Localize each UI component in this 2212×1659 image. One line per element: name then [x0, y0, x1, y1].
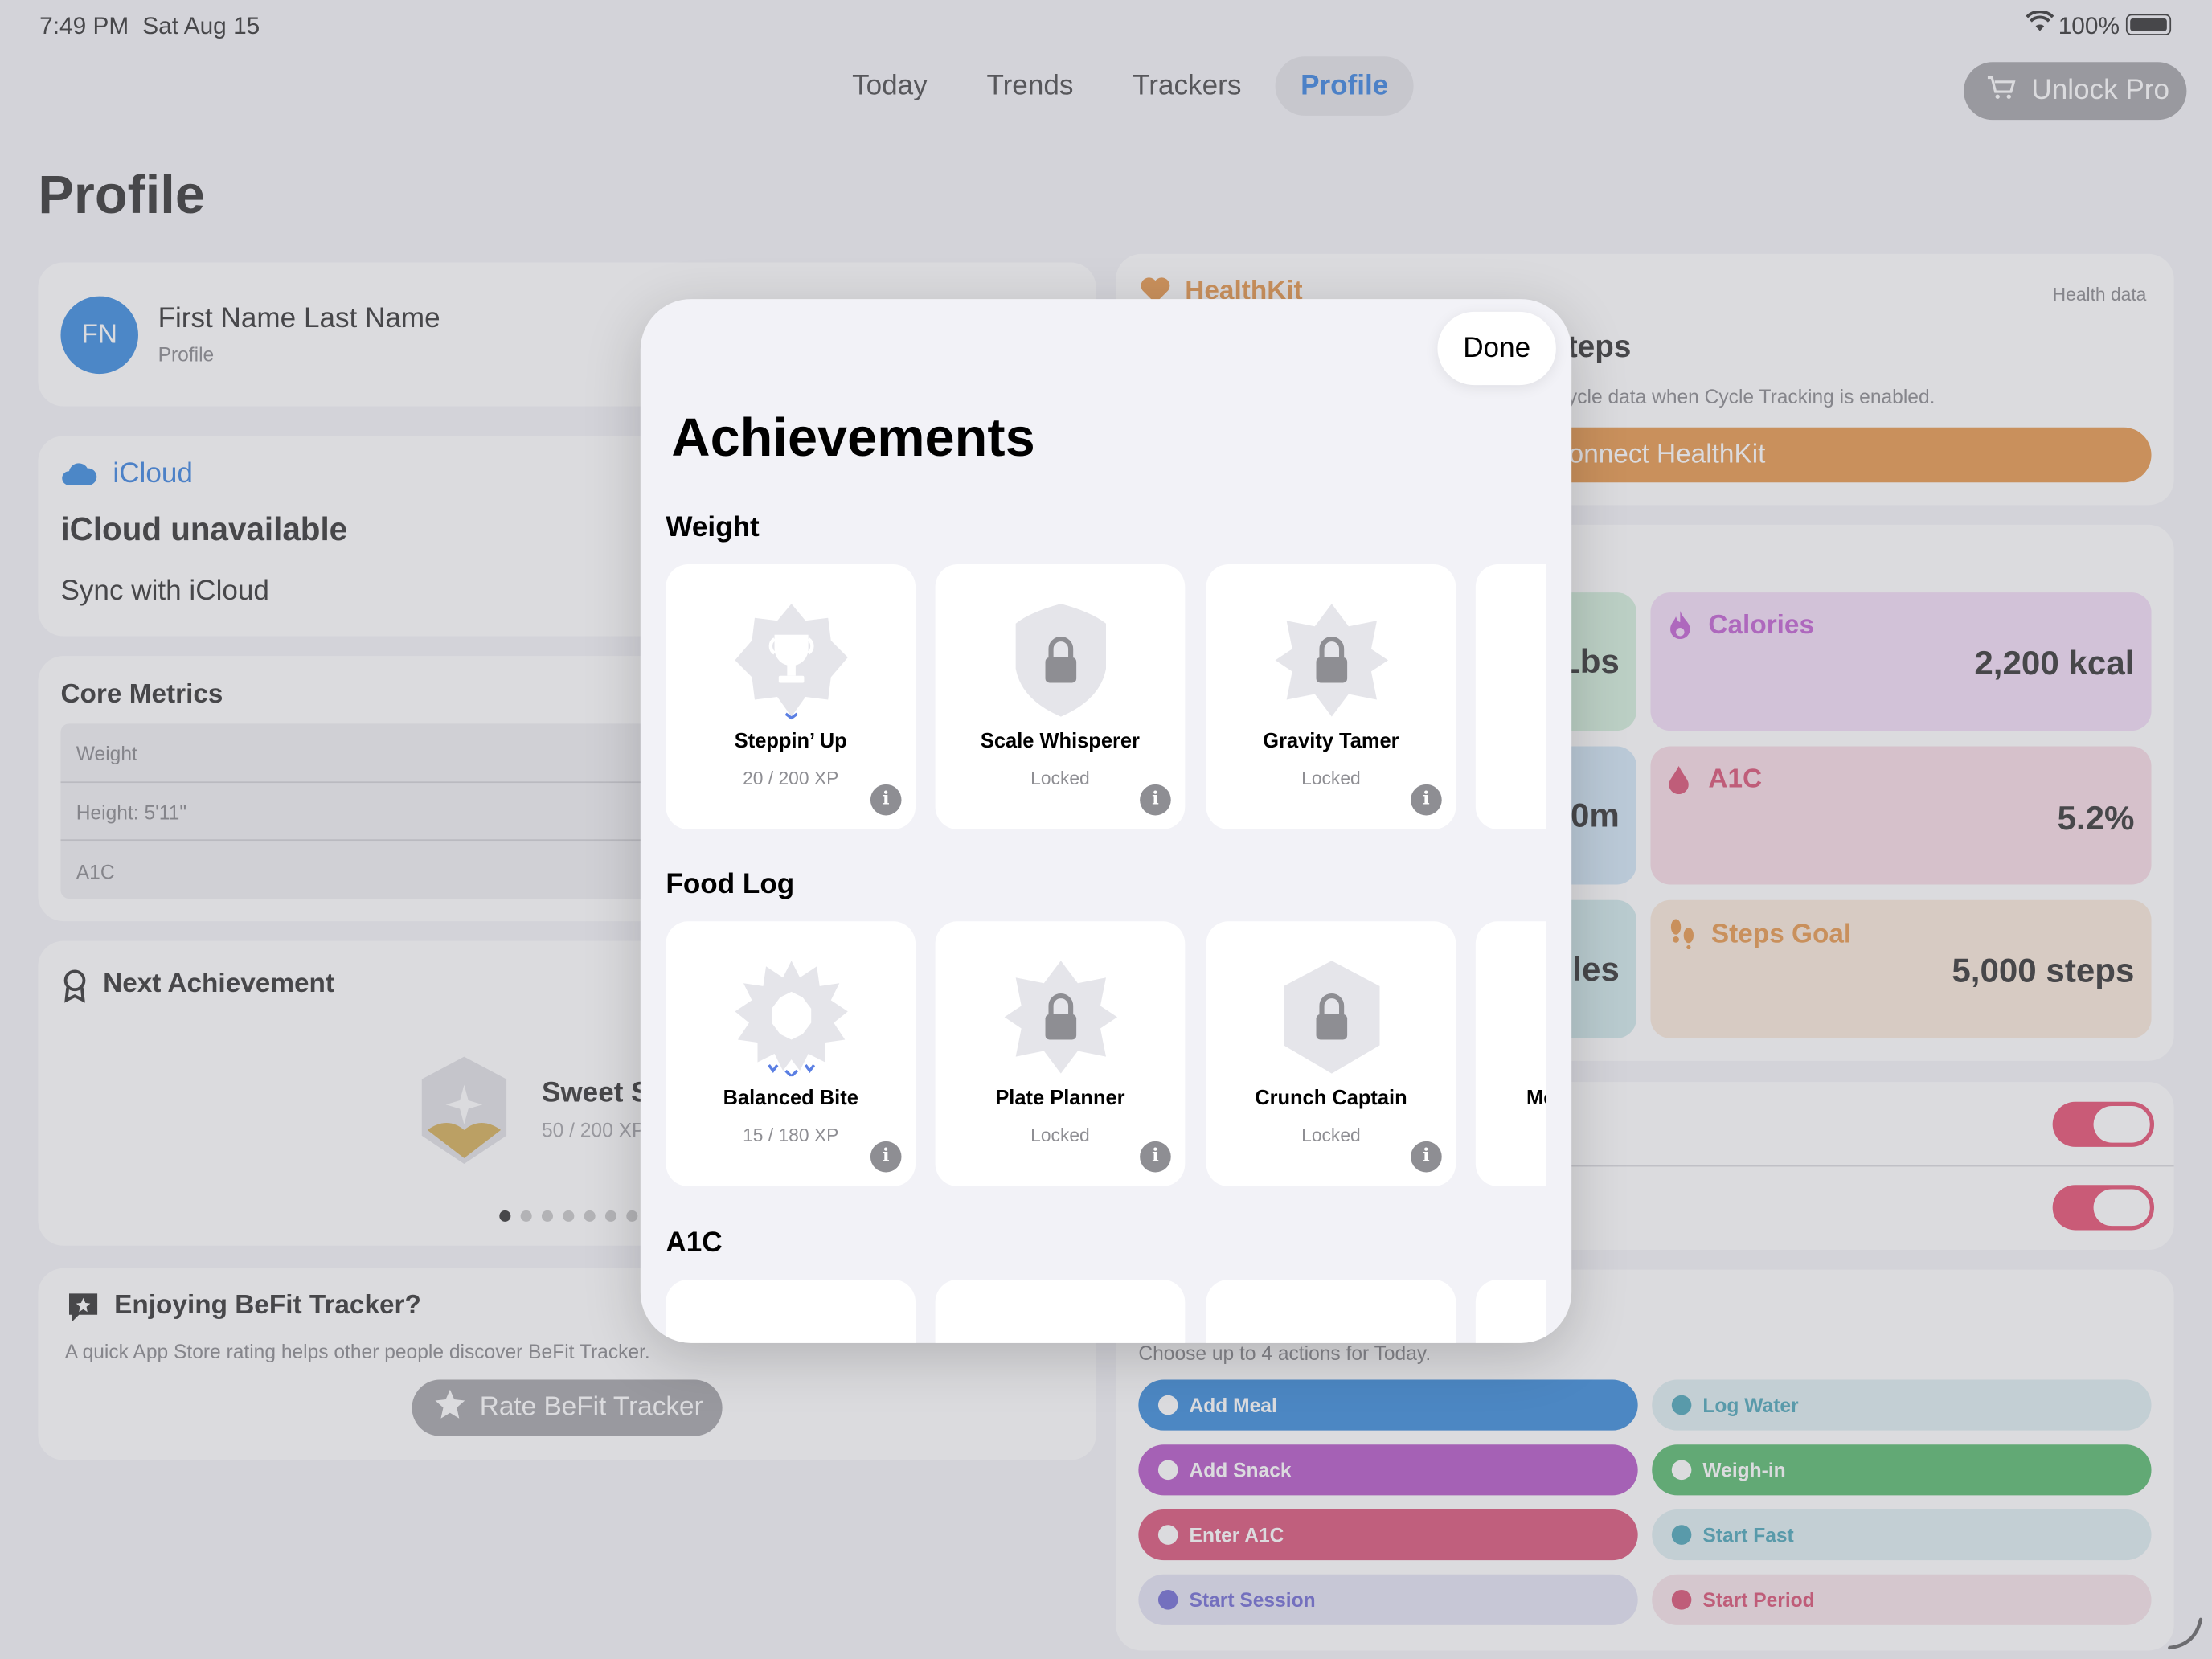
section-title-a1c: A1C	[666, 1227, 723, 1259]
app-root: 7:49 PM Sat Aug 15 100% Today Trends Tra…	[0, 0, 2212, 1659]
achievement-card-steppin-up[interactable]: Steppin’ Up 20 / 200 XP i	[666, 564, 916, 830]
achievement-card-partial[interactable]	[1475, 564, 1546, 830]
lock-icon	[1275, 604, 1389, 717]
achievement-card-gravity-tamer[interactable]: Gravity Tamer Locked i	[1206, 564, 1456, 830]
achievement-card-crunch-captain[interactable]: Crunch Captain Locked i	[1206, 921, 1456, 1187]
achievement-card-balanced-bite[interactable]: Balanced Bite 15 / 180 XP i	[666, 921, 916, 1187]
achievement-name: Balanced Bite	[723, 1088, 858, 1111]
info-icon[interactable]: i	[1411, 1141, 1442, 1173]
lock-icon	[1004, 961, 1118, 1074]
lock-icon	[1015, 604, 1106, 717]
achievements-sheet: Done Achievements Weight Steppin’ Up 20 …	[640, 299, 1572, 1343]
weight-achievements-row[interactable]: Steppin’ Up 20 / 200 XP i Scale Whispere…	[666, 564, 1546, 832]
achievement-card[interactable]	[1206, 1279, 1456, 1343]
trophy-icon	[735, 604, 848, 720]
achievement-name: Gravity Tamer	[1263, 731, 1399, 754]
sheet-title: Achievements	[671, 408, 1035, 469]
achievement-card[interactable]	[666, 1279, 916, 1343]
a1c-achievements-row[interactable]	[666, 1279, 1546, 1343]
done-button[interactable]: Done	[1437, 311, 1556, 386]
achievement-card-partial[interactable]	[1475, 1279, 1546, 1343]
achievement-name: Plate Planner	[995, 1088, 1125, 1111]
lock-icon	[1284, 961, 1380, 1074]
window-resize-handle[interactable]	[2167, 1614, 2204, 1651]
section-title-weight: Weight	[666, 512, 760, 543]
info-icon[interactable]: i	[1140, 784, 1171, 816]
achievement-name: Scale Whisperer	[980, 731, 1140, 754]
achievement-name: Steppin’ Up	[734, 731, 847, 754]
badge-icon	[1002, 1317, 1120, 1343]
burst-icon	[735, 961, 848, 1077]
info-icon[interactable]: i	[870, 1141, 902, 1173]
achievement-name: Crunch Captain	[1255, 1088, 1407, 1111]
info-icon[interactable]: i	[1411, 784, 1442, 816]
section-title-food-log: Food Log	[666, 869, 795, 900]
achievement-card-partial[interactable]: Me	[1475, 921, 1546, 1187]
achievement-card[interactable]	[935, 1279, 1186, 1343]
food-log-achievements-row[interactable]: Balanced Bite 15 / 180 XP i Plate Planne…	[666, 921, 1546, 1189]
info-icon[interactable]: i	[1140, 1141, 1171, 1173]
achievement-card-scale-whisperer[interactable]: Scale Whisperer Locked i	[935, 564, 1186, 830]
badge-icon	[1272, 1317, 1391, 1343]
achievement-name: Me	[1526, 1088, 1546, 1111]
achievement-card-plate-planner[interactable]: Plate Planner Locked i	[935, 921, 1186, 1187]
badge-icon	[732, 1317, 850, 1343]
info-icon[interactable]: i	[870, 784, 902, 816]
